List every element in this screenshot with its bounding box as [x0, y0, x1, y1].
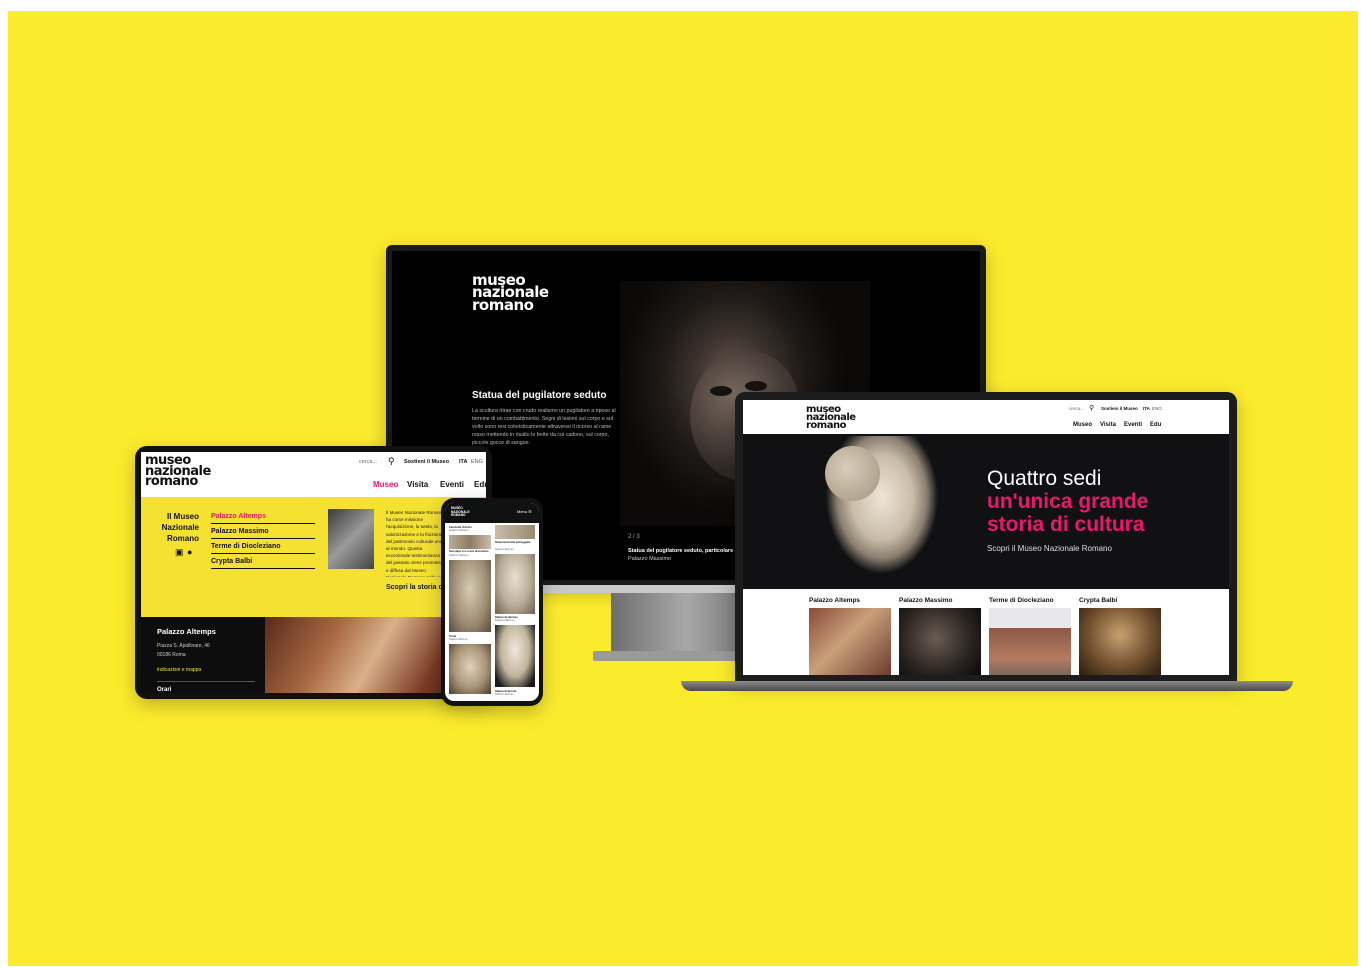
phone-statue-image[interactable]: [449, 644, 491, 694]
phone-item-place: Palazzo Massimo: [449, 529, 469, 532]
tablet-venue-altemps[interactable]: Palazzo Altemps: [211, 513, 315, 524]
tablet-info-section: Palazzo Altemps Piazza S. Apollinare, 46…: [141, 617, 486, 693]
search-icon[interactable]: ⚲: [1089, 404, 1094, 412]
laptop-nav-edu[interactable]: Edu: [1150, 422, 1161, 428]
hero-line-3: storia di cultura: [987, 513, 1145, 536]
phone-logo[interactable]: MUSEO NAZIONALE ROMANO: [451, 506, 470, 518]
search-icon[interactable]: ⚲: [388, 456, 395, 467]
hero-line-2: un'unica grande: [987, 490, 1149, 513]
desktop-logo[interactable]: museo nazionale romano: [472, 272, 549, 312]
phone-hermes-image[interactable]: [495, 554, 535, 614]
tablet-info-title: Palazzo Altemps: [157, 627, 216, 636]
tablet-support-link[interactable]: Sostieni il Museo: [404, 459, 449, 465]
tablet-intro-text: Il Museo Nazionale Romano ha come missio…: [386, 510, 446, 577]
tablet-nav-edu[interactable]: Edu: [474, 480, 486, 489]
phone-screen: MUSEO NAZIONALE ROMANO Menu ☰ Fanciulla d'…: [445, 503, 539, 701]
hero-line-1: Quattro sedi: [987, 467, 1102, 490]
laptop-logo[interactable]: museo nazionale romano: [806, 404, 856, 431]
laptop-hero: Quattro sedi un'unica grande storia di c…: [743, 434, 1229, 589]
artwork-title: Statua del pugilatore seduto: [472, 390, 607, 401]
phone-item-place: Palazzo Altemps: [449, 638, 468, 641]
tablet-hours-title: Orari: [157, 687, 172, 693]
caption-title: Statua del pugilatore seduto, particolar…: [628, 548, 743, 554]
phone-bust-image[interactable]: [449, 560, 491, 632]
laptop-search-input[interactable]: cerca...: [1069, 406, 1084, 411]
phone-item-place: Palazzo Altemps: [495, 693, 514, 696]
laptop-lang-eng[interactable]: ENG: [1152, 406, 1162, 411]
tablet-side-title: Il Museo Nazionale Romano: [161, 512, 199, 543]
tablet-discover-link[interactable]: Scopri la storia del: [386, 584, 449, 591]
venue-label-terme[interactable]: Terme di Diocleziano: [989, 597, 1054, 604]
laptop-nav-museo[interactable]: Museo: [1073, 422, 1092, 428]
tablet-map-link[interactable]: indicazioni e mappa: [157, 667, 201, 673]
venue-image-massimo[interactable]: [899, 608, 981, 675]
venue-image-altemps[interactable]: [809, 608, 891, 675]
tablet-venue-crypta[interactable]: Crypta Balbi: [211, 558, 315, 569]
phone-item-place: Palazzo Massimo: [495, 619, 515, 622]
laptop-nav-visita[interactable]: Visita: [1100, 422, 1116, 428]
tablet-logo[interactable]: museo nazionale romano: [145, 454, 211, 488]
tablet-screen: museo nazionale romano cerca... ⚲ Sostieni…: [141, 452, 486, 693]
marble-head-image: [805, 436, 945, 589]
caption-place: Palazzo Massimo: [628, 556, 672, 562]
laptop-screen: museo nazionale romano cerca... ⚲ Sostieni…: [743, 400, 1229, 675]
phone-header: MUSEO NAZIONALE ROMANO Menu ☰: [445, 503, 539, 523]
tablet-search-input[interactable]: cerca...: [359, 459, 377, 465]
tablet-nav-eventi[interactable]: Eventi: [440, 480, 464, 489]
phone-item-title[interactable]: Statua femminile panneggiata: [495, 541, 535, 544]
laptop-nav-eventi[interactable]: Eventi: [1124, 422, 1142, 428]
yellow-backdrop: museo nazionale romano Statua del pugilato…: [8, 11, 1358, 966]
phone-item-title[interactable]: Sarcofago con scene dionisiache: [449, 550, 493, 553]
tablet-museum-section: Il Museo Nazionale Romano ▣ ● Palazzo Alte…: [141, 497, 486, 617]
laptop-base: [681, 681, 1293, 691]
laptop-lang-ita[interactable]: ITA: [1143, 406, 1150, 411]
instagram-icon[interactable]: ▣: [175, 547, 184, 558]
phone-menu-button[interactable]: Menu ☰: [517, 509, 532, 514]
tablet-nav-visita[interactable]: Visita: [407, 480, 428, 489]
venue-label-altemps[interactable]: Palazzo Altemps: [809, 597, 860, 604]
phone-item-place: Palazzo Massimo: [449, 554, 469, 557]
facebook-icon[interactable]: ●: [187, 547, 192, 557]
laptop-support-link[interactable]: Sostieni il Museo: [1101, 406, 1138, 411]
tablet-address-2: 00186 Roma: [157, 652, 186, 658]
tablet-palazzo-image: [328, 509, 374, 569]
tablet-address-1: Piazza S. Apollinare, 46: [157, 643, 210, 649]
hero-subtitle[interactable]: Scopri il Museo Nazionale Romano: [987, 544, 1112, 553]
venue-label-crypta[interactable]: Crypta Balbi: [1079, 597, 1117, 604]
phone-hercules-image[interactable]: [495, 625, 535, 687]
tablet-lang-ita[interactable]: ITA: [459, 459, 467, 465]
phone-relief-image[interactable]: [495, 525, 535, 539]
venue-image-terme[interactable]: [989, 608, 1071, 675]
artwork-description: La scultura ritrae con crudo realismo un…: [472, 408, 616, 446]
phone-item-place: Palazzo Altemps: [495, 548, 514, 551]
tablet-venue-terme[interactable]: Terme di Diocleziano: [211, 543, 315, 554]
divider: [157, 681, 255, 682]
phone-sarcophagus-image[interactable]: [449, 535, 491, 549]
tablet-lang-eng[interactable]: ENG: [471, 459, 483, 465]
slide-counter: 2 / 3: [628, 534, 640, 540]
tablet-venue-massimo[interactable]: Palazzo Massimo: [211, 528, 315, 539]
venue-label-massimo[interactable]: Palazzo Massimo: [899, 597, 952, 604]
tablet-nav-museo[interactable]: Museo: [373, 480, 398, 489]
venue-image-crypta[interactable]: [1079, 608, 1161, 675]
